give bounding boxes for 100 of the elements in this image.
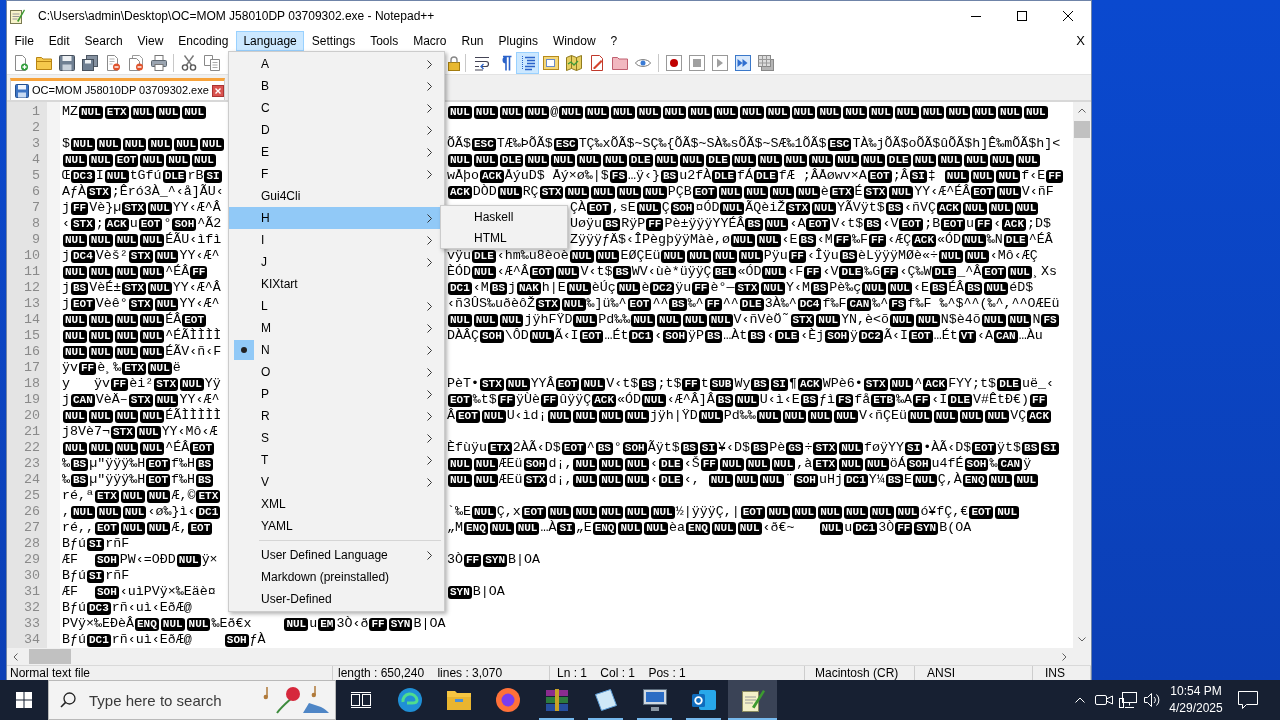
control-char-label: NUL <box>816 313 841 327</box>
code-text: …Àu <box>1018 328 1043 344</box>
control-char-label: NUL <box>547 505 572 519</box>
menu-item[interactable]: View <box>130 31 171 51</box>
menu-item[interactable]: Haskell <box>441 206 567 227</box>
scrollbar-thumb[interactable] <box>29 649 71 664</box>
menu-item[interactable]: R <box>229 405 444 427</box>
control-char-label: NUL <box>764 217 789 231</box>
menu-item[interactable]: Window <box>545 31 604 51</box>
menu-item[interactable]: YAML <box>229 515 444 537</box>
menu-item[interactable]: Run <box>454 31 492 51</box>
code-text: ¸Xs <box>1032 264 1057 280</box>
menu-item[interactable]: M <box>229 317 444 339</box>
code-text: Pè <box>769 440 786 456</box>
control-char-label: STX <box>523 473 548 487</box>
indent-guide-button[interactable] <box>516 51 539 74</box>
control-char-label: NUL <box>473 105 498 119</box>
control-char-label: NUL <box>864 457 889 471</box>
line-number: 33 <box>23 616 41 632</box>
control-char-label: FF <box>1030 393 1048 407</box>
menu-item[interactable]: O <box>229 361 444 383</box>
code-text: •ÀÃ <box>923 440 948 456</box>
control-char-label: NUL <box>63 153 87 167</box>
menu-item[interactable]: User-Defined <box>229 588 444 610</box>
code-text: Ã <box>554 328 563 344</box>
taskbar-app-button[interactable] <box>728 680 777 720</box>
control-char-label: BS <box>705 329 723 343</box>
clock-button[interactable]: 10:54 PM 4/29/2025 <box>1164 680 1228 720</box>
menu-item[interactable]: User Defined Language <box>229 544 444 566</box>
menu-item[interactable]: J <box>229 251 444 273</box>
search-field[interactable]: Type here to search <box>48 680 336 720</box>
code-text: DÒD <box>472 184 497 200</box>
control-char-label: NUL <box>481 409 506 423</box>
menu-item[interactable]: Tools <box>362 31 406 51</box>
code-text: ÆF <box>62 552 79 568</box>
control-char-label: NUL <box>984 281 1009 295</box>
control-char-label: NUL <box>154 297 179 311</box>
menu-item[interactable]: V <box>229 471 444 493</box>
code-text: ‹A <box>789 216 806 232</box>
menu-item[interactable]: S <box>229 427 444 449</box>
scissors-icon <box>180 54 197 71</box>
control-char-label: SI <box>699 441 718 455</box>
code-text: 3Ò <box>878 520 895 536</box>
menu-item[interactable]: A <box>229 53 444 75</box>
menu-item[interactable]: T <box>229 449 444 471</box>
menu-item[interactable]: HTML <box>441 227 567 248</box>
menu-item[interactable]: Gui4Cli <box>229 185 444 207</box>
menu-item[interactable]: Plugins <box>491 31 546 51</box>
line-number: 4 <box>31 152 41 168</box>
code-text: y ÿv <box>62 376 110 392</box>
scrollbar-thumb[interactable] <box>1074 121 1090 138</box>
menu-item[interactable]: D <box>229 119 444 141</box>
chevron-down-icon <box>1078 637 1086 642</box>
menu-item[interactable]: ? <box>603 31 625 51</box>
menu-item[interactable]: Edit <box>41 31 78 51</box>
file-tab[interactable]: OC=MOM J58010DP 03709302.exe <box>10 78 225 100</box>
code-text: YY‹Æ^ÉÂ <box>914 184 971 200</box>
control-char-label: NUL <box>964 153 989 167</box>
menu-item[interactable]: E <box>229 141 444 163</box>
control-char-label: NUL <box>599 409 624 423</box>
menu-item[interactable]: XML <box>229 493 444 515</box>
control-char-label: DLE <box>472 249 496 263</box>
close-icon[interactable] <box>211 84 224 97</box>
menu-item[interactable]: Language <box>235 31 305 51</box>
control-char-label: SOH <box>480 329 504 343</box>
menu-item[interactable]: File <box>7 31 42 51</box>
vertical-scrollbar[interactable] <box>1073 102 1091 648</box>
code-text: V‹ñÇEü <box>858 408 907 424</box>
menu-item[interactable]: L <box>229 295 444 317</box>
code-text: ‰G <box>864 264 881 280</box>
menu-item[interactable]: Macro <box>405 31 454 51</box>
menu-item[interactable]: F <box>229 163 444 185</box>
word-wrap-icon <box>473 54 490 71</box>
control-char-label: BS <box>800 393 819 407</box>
menu-item[interactable]: Encoding <box>170 31 236 51</box>
code-text: ÷ <box>804 440 813 456</box>
control-char-label: CAN <box>71 393 95 407</box>
control-char-label: EOT <box>969 505 994 519</box>
menu-item[interactable]: Markdown (preinstalled) <box>229 566 444 588</box>
code-text: ÿ× <box>201 552 218 568</box>
line-number: 25 <box>23 488 41 504</box>
close-document-button[interactable]: X <box>1075 31 1086 51</box>
menu-item[interactable]: N <box>229 339 444 361</box>
menu-item[interactable]: Settings <box>304 31 363 51</box>
menu-item[interactable]: C <box>229 97 444 119</box>
menu-item[interactable]: P <box>229 383 444 405</box>
menu-item[interactable]: KIXtart <box>229 273 444 295</box>
code-text: ‹ <box>993 216 1002 232</box>
control-char-label: DLE <box>997 377 1021 391</box>
menu-item[interactable]: I <box>229 229 444 251</box>
code-text: rñF <box>105 568 130 584</box>
control-char-label: NUL <box>861 153 885 167</box>
code-text: èLÿÿÿMØè«÷ <box>858 248 939 264</box>
code-text: @ <box>550 104 559 120</box>
menu-item[interactable]: B <box>229 75 444 97</box>
menu-item[interactable]: Search <box>77 31 131 51</box>
horizontal-scrollbar[interactable] <box>7 648 1073 665</box>
control-char-label: DLE <box>628 153 653 167</box>
control-char-label: NUL <box>160 617 185 631</box>
control-char-label: EOT <box>908 329 933 343</box>
